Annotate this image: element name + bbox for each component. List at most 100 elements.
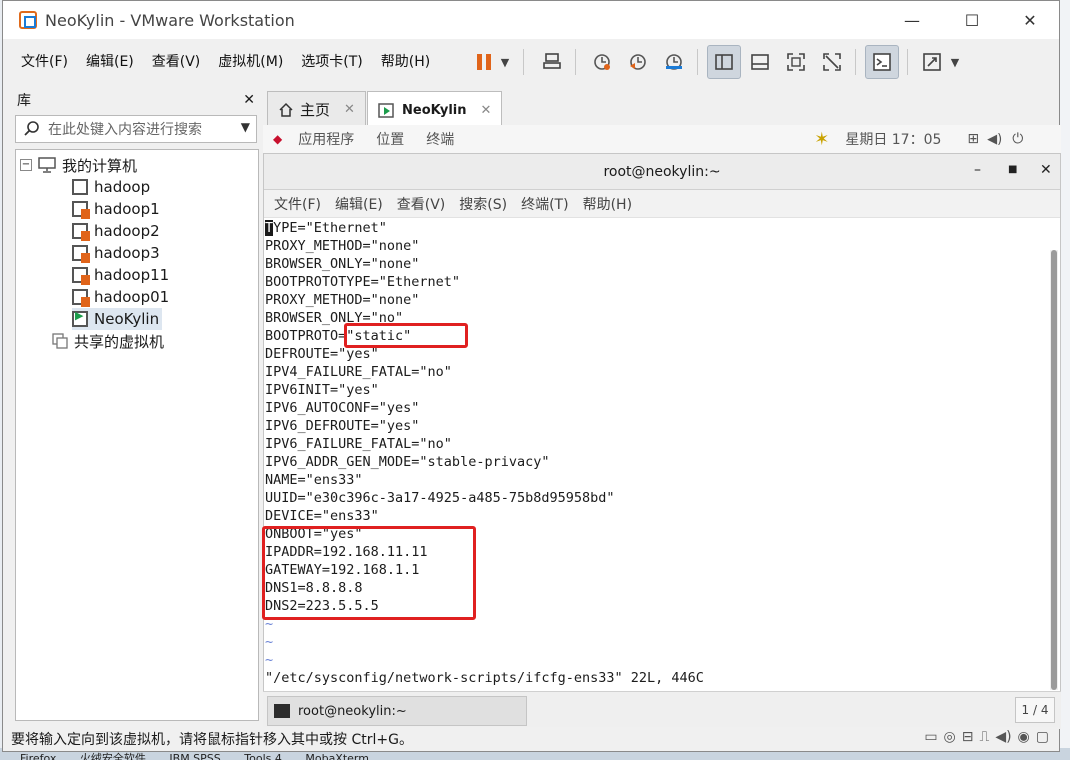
terminal-close-button[interactable]: ✕ <box>1040 162 1052 178</box>
guest-menu-applications[interactable]: 应用程序 <box>298 129 354 149</box>
cd-icon[interactable]: ◎ <box>944 729 956 745</box>
tab-home[interactable]: 主页 ✕ <box>267 91 366 127</box>
shared-label: 共享的虚拟机 <box>74 332 165 351</box>
tree-item-vm[interactable]: hadoop1 <box>72 198 160 220</box>
volume-icon[interactable]: ◀) <box>987 132 1002 147</box>
library-close-icon[interactable]: ✕ <box>243 92 255 108</box>
status-text: 要将输入定向到该虚拟机，请将鼠标指针移入其中或按 Ctrl+G。 <box>11 732 413 748</box>
unity-icon[interactable] <box>815 45 849 79</box>
sound-icon[interactable]: ◀) <box>995 729 1011 745</box>
snapshot-manager-icon[interactable] <box>657 45 691 79</box>
vm-label: hadoop3 <box>94 244 160 262</box>
tree-item-vm[interactable]: hadoop2 <box>72 220 160 242</box>
menu-file[interactable]: 文件(F) <box>21 51 68 71</box>
display-icon[interactable]: ◉ <box>1018 729 1030 745</box>
guest-menu-places[interactable]: 位置 <box>376 129 404 149</box>
vmware-app-icon <box>19 11 37 29</box>
fullscreen-icon[interactable] <box>779 45 813 79</box>
maximize-button[interactable]: ☐ <box>943 1 1001 39</box>
tree-root-my-computer[interactable]: − 我的计算机 <box>20 154 137 176</box>
network-icon[interactable]: ⊞ <box>967 131 979 147</box>
tab-neokylin-label: NeoKylin <box>402 103 467 118</box>
tree-item-vm[interactable]: hadoop <box>72 176 150 198</box>
menu-tabs[interactable]: 选项卡(T) <box>301 51 362 71</box>
buffer-line: DEVICE="ens33" <box>265 508 379 524</box>
vm-running-icon <box>72 309 88 327</box>
guest-clock[interactable]: 星期日 17：05 <box>845 129 941 149</box>
guest-menu-terminal[interactable]: 终端 <box>426 129 454 149</box>
terminal-menu-edit[interactable]: 编辑(E) <box>335 194 383 214</box>
tree-item-vm[interactable]: hadoop3 <box>72 242 160 264</box>
toolbar-separator <box>855 49 856 75</box>
window-title: NeoKylin - VMware Workstation <box>45 10 295 30</box>
terminal-scrollbar[interactable] <box>1050 250 1058 690</box>
terminal-maximize-button[interactable]: ■ <box>1008 164 1017 175</box>
tree-item-vm[interactable]: hadoop01 <box>72 286 169 308</box>
buffer-line: BROWSER_ONLY="none" <box>265 256 420 272</box>
guest-task-terminal[interactable]: root@neokylin:~ <box>267 696 527 726</box>
tab-close-icon[interactable]: ✕ <box>344 102 355 117</box>
scrollbar-thumb[interactable] <box>1051 250 1057 690</box>
minimize-button[interactable]: — <box>883 1 941 39</box>
search-dropdown-chevron-down-icon[interactable]: ▼ <box>241 120 250 134</box>
stretch-guest-icon[interactable] <box>915 45 949 79</box>
desktop: Firefox 火绒安全软件 IBM SPSS Tools 4 MobaXter… <box>0 0 1070 760</box>
terminal-icon <box>274 704 290 718</box>
terminal-minimize-button[interactable]: – <box>974 162 981 178</box>
title-bar: NeoKylin - VMware Workstation — ☐ ✕ <box>3 1 1059 39</box>
tree-item-vm-selected[interactable]: NeoKylin <box>72 308 163 330</box>
terminal-titlebar: root@neokylin:~ – ■ ✕ <box>264 154 1060 190</box>
thumbnail-bar-icon[interactable] <box>743 45 777 79</box>
vm-running-icon <box>378 102 394 118</box>
search-icon <box>24 121 39 136</box>
menu-view[interactable]: 查看(V) <box>152 51 201 71</box>
computer-icon <box>38 157 56 173</box>
tree-item-vm[interactable]: hadoop11 <box>72 264 169 286</box>
tree-item-shared[interactable]: 共享的虚拟机 <box>52 330 164 352</box>
menu-bar: 文件(F) 编辑(E) 查看(V) 虚拟机(M) 选项卡(T) 帮助(H) <box>3 39 1059 83</box>
highlight-box-bootproto <box>344 323 468 348</box>
tab-home-label: 主页 <box>300 101 331 119</box>
snapshot-icon[interactable] <box>585 45 619 79</box>
terminal-menu-view[interactable]: 查看(V) <box>397 194 446 214</box>
menu-help[interactable]: 帮助(H) <box>381 51 430 71</box>
menu-edit[interactable]: 编辑(E) <box>86 51 134 71</box>
library-panel: 库 ✕ 在此处键入内容进行搜索 ▼ − 我的计算机 hadoop hadoop1… <box>11 85 261 725</box>
background-window-right-edge <box>1060 0 1070 760</box>
hdd-icon[interactable]: ▭ <box>924 729 937 745</box>
close-button[interactable]: ✕ <box>1001 1 1059 39</box>
tab-neokylin[interactable]: NeoKylin ✕ <box>367 91 503 129</box>
vm-label: hadoop2 <box>94 222 160 240</box>
buffer-line: NAME="ens33" <box>265 472 363 488</box>
usb-icon[interactable]: ⎍ <box>980 729 990 745</box>
message-icon[interactable]: ▢ <box>1036 729 1049 745</box>
stretch-dropdown-chevron-down-icon[interactable]: ▼ <box>945 45 965 79</box>
guest-display[interactable]: ◆ 应用程序 位置 终端 ✶ 星期日 17：05 ⊞ ◀) ⏻ root@neo… <box>262 125 1061 729</box>
buffer-line: PROXY_METHOD="none" <box>265 292 420 308</box>
library-search-input[interactable]: 在此处键入内容进行搜索 ▼ <box>15 115 257 143</box>
workspace-indicator[interactable]: 1 / 4 <box>1015 697 1055 723</box>
vm-suspended-icon <box>72 267 90 285</box>
show-library-icon[interactable] <box>707 45 741 79</box>
console-view-icon[interactable] <box>865 45 899 79</box>
terminal-menu-file[interactable]: 文件(F) <box>274 194 321 214</box>
empty-line-marker: ~ <box>265 634 274 650</box>
pause-dropdown-chevron-down-icon[interactable]: ▼ <box>495 45 515 79</box>
toolbar-separator <box>523 49 524 75</box>
revert-snapshot-icon[interactable] <box>621 45 655 79</box>
library-tree: − 我的计算机 hadoop hadoop1 hadoop2 hadoop3 h… <box>15 149 259 721</box>
send-ctrl-alt-del-icon[interactable] <box>535 45 569 79</box>
power-icon[interactable]: ⏻ <box>1012 131 1023 147</box>
tab-bar: 主页 ✕ NeoKylin ✕ <box>263 85 1061 129</box>
network-adapter-icon[interactable]: ⊟ <box>962 729 974 745</box>
terminal-menu-help[interactable]: 帮助(H) <box>583 194 632 214</box>
terminal-menu-search[interactable]: 搜索(S) <box>459 194 507 214</box>
menu-vm[interactable]: 虚拟机(M) <box>218 51 283 71</box>
terminal-menu-terminal[interactable]: 终端(T) <box>521 194 568 214</box>
guest-task-label: root@neokylin:~ <box>298 703 407 719</box>
vm-suspended-icon <box>72 223 90 241</box>
tab-close-icon[interactable]: ✕ <box>481 103 492 118</box>
vm-label: hadoop1 <box>94 200 160 218</box>
terminal-menu-bar: 文件(F) 编辑(E) 查看(V) 搜索(S) 终端(T) 帮助(H) <box>264 190 1060 218</box>
collapse-icon[interactable]: − <box>20 159 32 171</box>
